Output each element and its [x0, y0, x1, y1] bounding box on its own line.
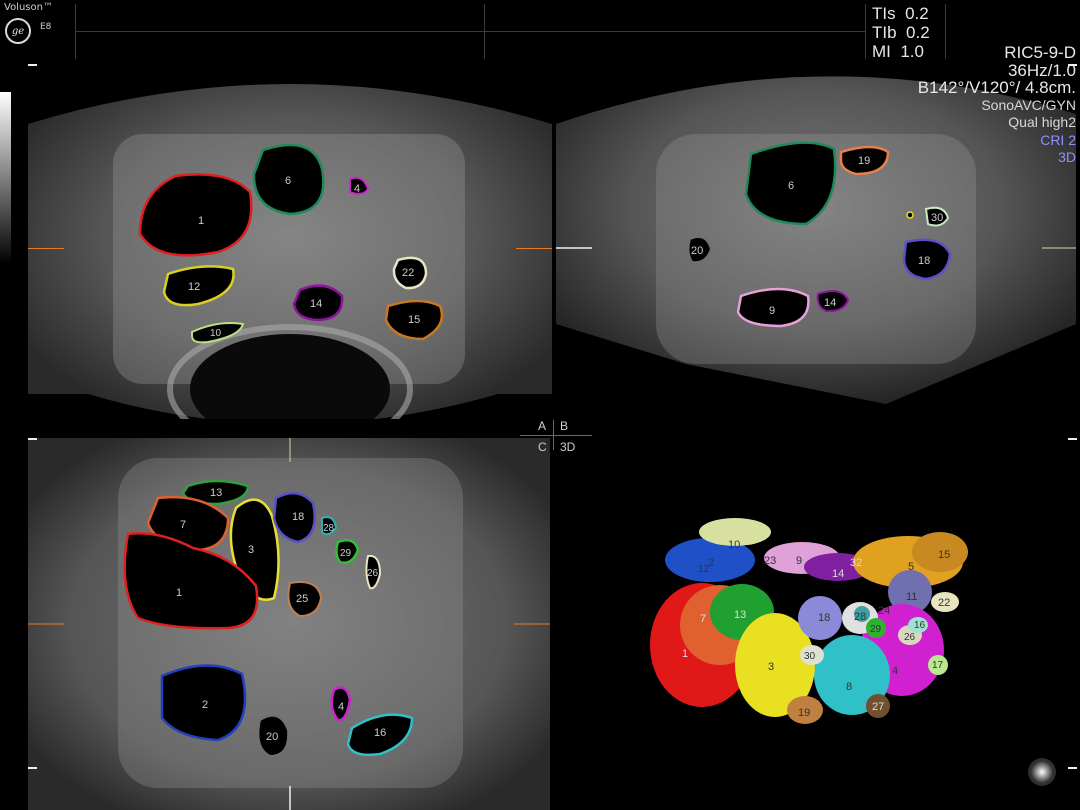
scale-tick: [1068, 64, 1077, 66]
volume-label: 3: [768, 661, 774, 673]
panel-3d-render[interactable]: 10 2 12 23 9 32 14 5 15 11 22 13 7 18 28…: [640, 510, 980, 735]
quadrant-label-a[interactable]: A: [538, 419, 546, 433]
follicle-label: 28: [323, 523, 335, 534]
follicle-label: 10: [210, 328, 222, 339]
follicle-label: 20: [266, 731, 278, 743]
follicle-label: 22: [402, 267, 414, 279]
follicle-label: 2: [202, 699, 208, 711]
follicle-label: 12: [188, 281, 200, 293]
brand-name: Voluson™: [4, 2, 53, 13]
follicle-label: 20: [691, 245, 703, 257]
index-tis: TIs 0.2: [872, 4, 929, 23]
volume-label: 29: [870, 624, 882, 635]
follicle-label: 26: [367, 568, 379, 579]
quadrant-divider: [553, 420, 554, 450]
follicle-label: 6: [285, 175, 291, 187]
volume-label: 8: [846, 681, 852, 693]
scale-tick: [28, 438, 37, 440]
volume-label: 30: [804, 651, 816, 662]
grayscale-bar: [0, 92, 11, 264]
follicle-label: 4: [354, 183, 360, 195]
header-divider: [865, 4, 866, 59]
volume-label: 15: [938, 549, 950, 561]
header-divider: [75, 31, 865, 32]
quadrant-label-b[interactable]: B: [560, 419, 568, 433]
volume-label: 19: [798, 707, 810, 719]
volume-label: 16: [914, 620, 926, 631]
quadrant-label-c[interactable]: C: [538, 440, 547, 454]
index-mi: MI 1.0: [872, 42, 924, 61]
follicle-label: 9: [769, 305, 775, 317]
follicle-label: 3: [248, 544, 254, 556]
panel-a-view[interactable]: 1 6 4 12 14 22 15 10: [28, 64, 552, 419]
volume-label: 13: [734, 609, 746, 621]
follicle-label: 7: [180, 519, 186, 531]
marker-line: [516, 248, 552, 249]
mode-name: SonoAVC/GYN: [981, 96, 1076, 113]
index-tib: TIb 0.2: [872, 23, 930, 42]
scale-tick: [1068, 438, 1077, 440]
header-divider: [75, 4, 76, 59]
volume-label: 10: [728, 539, 740, 551]
volume-label: 4: [892, 665, 898, 677]
follicle-label: 19: [858, 155, 870, 167]
panel-c-view[interactable]: 13 7 3 18 28 29 26 1 25 2 4 20 16: [28, 438, 550, 810]
model-name: E8: [40, 22, 52, 32]
frame-rate: 36Hz/1.0: [1007, 60, 1076, 80]
volume-label: 1: [682, 648, 688, 660]
follicle-b-small: [906, 211, 914, 219]
trackball-icon[interactable]: [1028, 758, 1056, 786]
volume-label: 14: [832, 568, 844, 580]
scan-geometry: B142°/V120°/ 4.8cm.: [917, 78, 1076, 97]
follicle-label: 13: [210, 487, 222, 499]
volume-label: 17: [932, 660, 944, 671]
follicle-label: 6: [788, 180, 794, 192]
view-3d-label: 3D: [1058, 149, 1076, 165]
follicle-label: 16: [374, 727, 386, 739]
header-divider: [484, 4, 485, 59]
follicle-label: 25: [296, 593, 308, 605]
ge-logo-icon: ge: [5, 18, 31, 44]
follicle-label: 29: [340, 548, 352, 559]
volume-label: 7: [700, 613, 706, 625]
follicle-label: 18: [292, 511, 304, 523]
scale-tick: [28, 64, 37, 66]
quality-setting: Qual high2: [1008, 114, 1076, 130]
follicle-label: 1: [198, 215, 204, 227]
follicle-label: 18: [918, 255, 930, 267]
probe-name: RIC5-9-D: [1004, 43, 1076, 62]
volume-label: 24: [878, 605, 890, 617]
volume-label: 27: [872, 701, 884, 713]
follicle-label: 30: [931, 212, 943, 224]
volume-label: 22: [938, 597, 950, 609]
scan-parameters: RIC5-9-D 36Hz/1.0 B142°/V120°/ 4.8cm. So…: [918, 44, 1076, 167]
follicle-label: 14: [310, 298, 322, 310]
scale-tick: [28, 767, 37, 769]
follicle-label: 1: [176, 587, 182, 599]
volume-label: 23: [764, 555, 776, 567]
volume-label: 11: [906, 591, 917, 603]
follicle-label: 15: [408, 314, 420, 326]
volume-label: 28: [854, 611, 866, 623]
scale-tick: [1068, 767, 1077, 769]
quadrant-label-3d[interactable]: 3D: [560, 440, 575, 454]
follicle-label: 4: [338, 701, 344, 713]
volume-label: 26: [904, 632, 916, 643]
volume-label: 5: [908, 561, 914, 573]
cri-setting: CRI 2: [1040, 131, 1076, 148]
volume-label: 18: [818, 612, 830, 624]
quadrant-divider: [520, 435, 592, 436]
marker-line: [28, 248, 64, 249]
volume-label: 9: [796, 555, 802, 567]
volume-label: 12: [698, 564, 710, 575]
volume-label: 32: [850, 557, 862, 569]
follicle-label: 14: [824, 297, 836, 309]
